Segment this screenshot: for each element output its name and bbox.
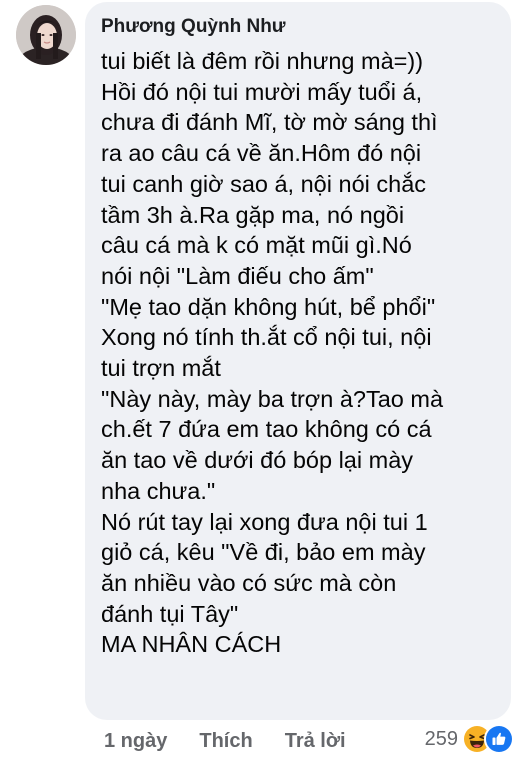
comment-line: ăn nhiều vào có sức mà còn	[101, 569, 397, 596]
comment-text: tui biết là đêm rồi nhưng mà=)) Hồi đó n…	[101, 46, 499, 660]
avatar-image	[16, 5, 76, 65]
comment-line: Hồi đó nội tui mười mấy tuổi á,	[101, 78, 423, 105]
comment-line: đánh tụi Tây"	[101, 600, 239, 627]
comment-line: ra ao câu cá về ăn.Hôm đó nội	[101, 140, 422, 167]
comment-line: nha chưa."	[101, 477, 216, 504]
comment-line: ch.ết 7 đứa em tao không có cá	[101, 416, 432, 443]
comment-timestamp[interactable]: 1 ngày	[104, 730, 167, 753]
comment-actions: 1 ngày Thích Trả lời	[104, 726, 378, 756]
like-reaction-icon	[486, 726, 512, 752]
comment-line: tui trợn mắt	[101, 355, 221, 382]
comment-line: Nó rút tay lại xong đưa nội tui 1	[101, 508, 428, 535]
comment-author[interactable]: Phương Quỳnh Như	[101, 14, 499, 40]
like-button[interactable]: Thích	[199, 730, 252, 753]
comment-line: MA NHÂN CÁCH	[101, 631, 282, 658]
comment-line: tui biết là đêm rồi nhưng mà=))	[101, 48, 424, 74]
comment-line: "Này này, mày ba trợn à?Tao mà	[101, 385, 444, 412]
comment-line: nói nội "Làm điếu cho ấm"	[101, 262, 374, 289]
comment-bubble: Phương Quỳnh Như tui biết là đêm rồi như…	[85, 2, 511, 720]
comment-line: tui canh giờ sao á, nội nói chắc	[101, 170, 427, 197]
reaction-count: 259	[424, 727, 458, 750]
comment-line: tầm 3h à.Ra gặp ma, nó ngồi	[101, 201, 405, 228]
comment-line: chưa đi đánh Mĩ, tờ mờ sáng thì	[101, 109, 438, 136]
comment-line: câu cá mà k có mặt mũi gì.Nó	[101, 232, 412, 259]
comment-line: ăn tao về dưới đó bóp lại mày	[101, 447, 414, 474]
comment-line: Xong nó tính th.ắt cổ nội tui, nội	[101, 324, 432, 351]
avatar[interactable]	[16, 5, 76, 65]
reply-button[interactable]: Trả lời	[285, 730, 346, 753]
comment-line: giỏ cá, kêu "Về đi, bảo em mày	[101, 539, 426, 566]
reactions-summary[interactable]: 259	[425, 722, 512, 756]
comment-line: "Mẹ tao dặn không hút, bể phổi"	[101, 293, 436, 320]
